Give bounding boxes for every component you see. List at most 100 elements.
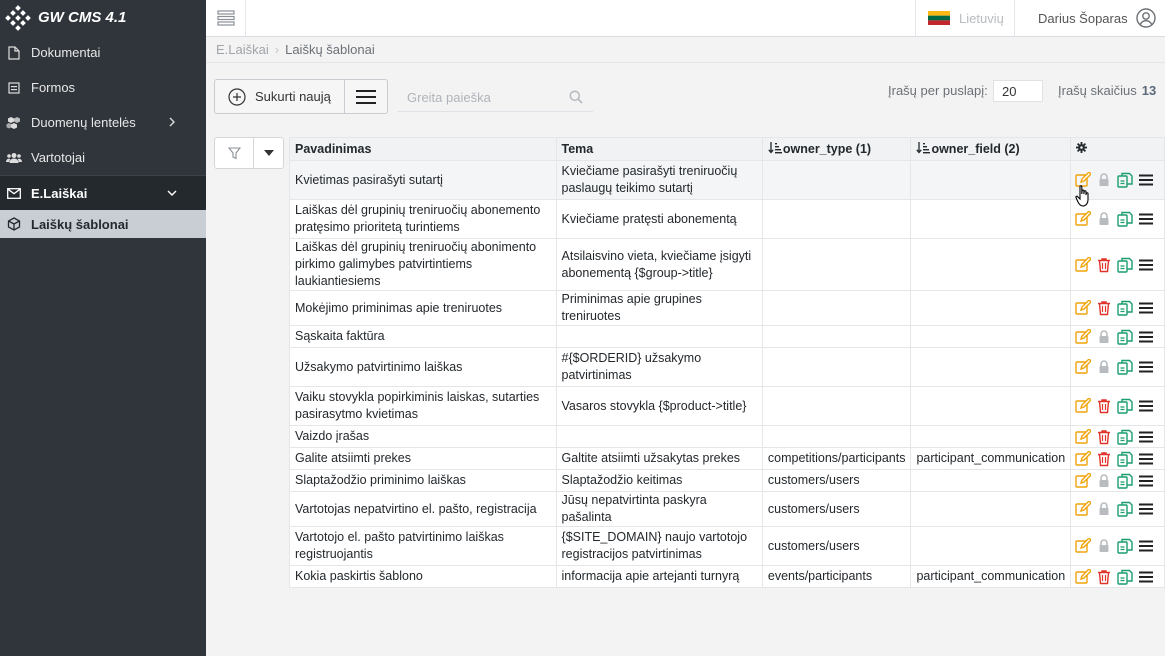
- cell-name: Vaiku stovykla popirkiminis laiskas, sut…: [289, 386, 557, 426]
- lithuania-flag-icon: [928, 11, 950, 25]
- search-icon[interactable]: [569, 90, 583, 104]
- lock-icon: [1096, 501, 1112, 517]
- edit-icon[interactable]: [1075, 500, 1093, 517]
- table-row[interactable]: Vaiku stovykla popirkiminis laiskas, sut…: [289, 386, 1165, 426]
- breadcrumb-parent[interactable]: E.Laiškai: [216, 42, 269, 57]
- table-row[interactable]: Sąskaita faktūra: [289, 325, 1165, 348]
- cell-owner-field: [910, 526, 1072, 566]
- delete-icon[interactable]: [1096, 398, 1112, 414]
- edit-icon[interactable]: [1075, 471, 1093, 489]
- table-row[interactable]: Galite atsiimti prekes Galtite atsiimti u…: [289, 447, 1165, 470]
- column-header-owner-field[interactable]: owner_field (2): [910, 137, 1072, 161]
- create-new-button[interactable]: Sukurti naują: [214, 79, 344, 114]
- row-menu-icon[interactable]: [1138, 257, 1154, 273]
- table-row[interactable]: Laiškas dėl grupinių treniruočių abonime…: [289, 238, 1165, 291]
- copy-icon[interactable]: [1117, 538, 1133, 554]
- sidebar-item-vartotojai[interactable]: Vartotojai: [0, 140, 206, 175]
- column-header-actions[interactable]: [1070, 137, 1165, 161]
- lock-icon: [1096, 211, 1112, 227]
- edit-icon[interactable]: [1075, 299, 1093, 316]
- delete-icon[interactable]: [1096, 451, 1112, 467]
- column-header-owner-type[interactable]: owner_type (1): [761, 137, 912, 161]
- delete-icon[interactable]: [1096, 569, 1112, 585]
- templates-table: Pavadinimas Tema owner_type (1) owner_fi…: [289, 137, 1165, 588]
- copy-icon[interactable]: [1117, 429, 1133, 445]
- edit-icon[interactable]: [1075, 210, 1093, 227]
- edit-icon[interactable]: [1075, 449, 1093, 467]
- table-row[interactable]: Vartotojo el. pašto patvirtinimo laiškas…: [289, 526, 1165, 566]
- breadcrumb-current: Laiškų šablonai: [285, 42, 375, 57]
- row-menu-icon[interactable]: [1138, 429, 1154, 445]
- table-row[interactable]: Laiškas dėl grupinių treniruočių aboneme…: [289, 199, 1165, 239]
- row-menu-icon[interactable]: [1138, 398, 1154, 414]
- row-menu-icon[interactable]: [1138, 451, 1154, 467]
- hamburger-icon: [216, 10, 235, 26]
- record-count-value: 13: [1141, 83, 1157, 98]
- copy-icon[interactable]: [1117, 359, 1133, 375]
- column-header-name[interactable]: Pavadinimas: [289, 137, 557, 161]
- edit-icon[interactable]: [1075, 397, 1093, 414]
- cell-owner-field: [910, 199, 1072, 239]
- edit-icon[interactable]: [1075, 358, 1093, 375]
- row-menu-icon[interactable]: [1138, 473, 1154, 489]
- brand[interactable]: GW CMS 4.1: [0, 0, 206, 35]
- row-menu-icon[interactable]: [1138, 211, 1154, 227]
- copy-icon[interactable]: [1117, 300, 1133, 316]
- row-menu-icon[interactable]: [1138, 329, 1154, 345]
- copy-icon[interactable]: [1117, 398, 1133, 414]
- copy-icon[interactable]: [1117, 172, 1133, 188]
- cell-actions: [1070, 325, 1165, 348]
- row-menu-icon[interactable]: [1138, 501, 1154, 517]
- table-row[interactable]: Slaptažodžio priminimo laiškas Slaptažodž…: [289, 469, 1165, 492]
- row-menu-icon[interactable]: [1138, 538, 1154, 554]
- row-menu-icon[interactable]: [1138, 569, 1154, 585]
- column-header-label: owner_type (1): [782, 141, 872, 156]
- user-menu[interactable]: Darius Šoparas: [1014, 0, 1165, 36]
- edit-icon[interactable]: [1075, 537, 1093, 554]
- table-row[interactable]: Kvietimas pasirašyti sutartį Kviečiame pa…: [289, 160, 1165, 200]
- delete-icon[interactable]: [1096, 257, 1112, 273]
- table-row[interactable]: Kokia paskirtis šablono informacija apie …: [289, 565, 1165, 588]
- sidebar-item-dokumentai[interactable]: Dokumentai: [0, 35, 206, 70]
- bulk-menu-button[interactable]: [344, 79, 388, 114]
- cell-subject: {$SITE_DOMAIN} naujo vartotojo registrac…: [555, 526, 763, 566]
- delete-icon[interactable]: [1096, 429, 1112, 445]
- language-selector[interactable]: Lietuvių: [915, 0, 1013, 36]
- edit-icon[interactable]: [1075, 327, 1093, 345]
- copy-icon[interactable]: [1117, 211, 1133, 227]
- sidebar-subitem-laisku-sablonai[interactable]: Laiškų šablonai: [0, 210, 206, 238]
- filter-dropdown-button[interactable]: [253, 137, 284, 169]
- table-row[interactable]: Mokėjimo priminimas apie treniruotes Prim…: [289, 290, 1165, 326]
- cell-owner-field: [910, 325, 1072, 348]
- edit-icon[interactable]: [1075, 567, 1093, 585]
- row-menu-icon[interactable]: [1138, 359, 1154, 375]
- table-row[interactable]: Vaizdo įrašas: [289, 425, 1165, 448]
- delete-icon[interactable]: [1096, 300, 1112, 316]
- copy-icon[interactable]: [1117, 473, 1133, 489]
- column-header-subject[interactable]: Tema: [555, 137, 763, 161]
- cell-owner-type: [761, 238, 912, 291]
- sidebar-item-formos[interactable]: Formos: [0, 70, 206, 105]
- edit-icon[interactable]: [1075, 427, 1093, 445]
- copy-icon[interactable]: [1117, 501, 1133, 517]
- sidebar-item-elaiskai[interactable]: E.Laiškai: [0, 175, 206, 210]
- sidebar-toggle-button[interactable]: [206, 0, 246, 36]
- edit-icon[interactable]: [1075, 255, 1093, 273]
- filter-button[interactable]: [214, 137, 254, 169]
- copy-icon[interactable]: [1117, 451, 1133, 467]
- form-icon: [6, 80, 22, 96]
- table-row[interactable]: Užsakymo patvirtinimo laiškas #{$ORDERID}…: [289, 347, 1165, 387]
- row-menu-icon[interactable]: [1138, 300, 1154, 316]
- copy-icon[interactable]: [1117, 329, 1133, 345]
- row-menu-icon[interactable]: [1138, 172, 1154, 188]
- search-input[interactable]: [397, 84, 567, 110]
- per-page-input[interactable]: [993, 80, 1043, 102]
- cell-name: Vartotojas nepatvirtino el. pašto, regis…: [289, 491, 557, 527]
- topbar: Lietuvių Darius Šoparas: [206, 0, 1165, 37]
- sidebar-item-duomenu-lenteles[interactable]: Duomenų lentelės: [0, 105, 206, 140]
- cell-name: Galite atsiimti prekes: [289, 447, 557, 470]
- table-row[interactable]: Vartotojas nepatvirtino el. pašto, regis…: [289, 491, 1165, 527]
- copy-icon[interactable]: [1117, 257, 1133, 273]
- copy-icon[interactable]: [1117, 569, 1133, 585]
- per-page-label: Įrašų per puslapį:: [888, 83, 988, 98]
